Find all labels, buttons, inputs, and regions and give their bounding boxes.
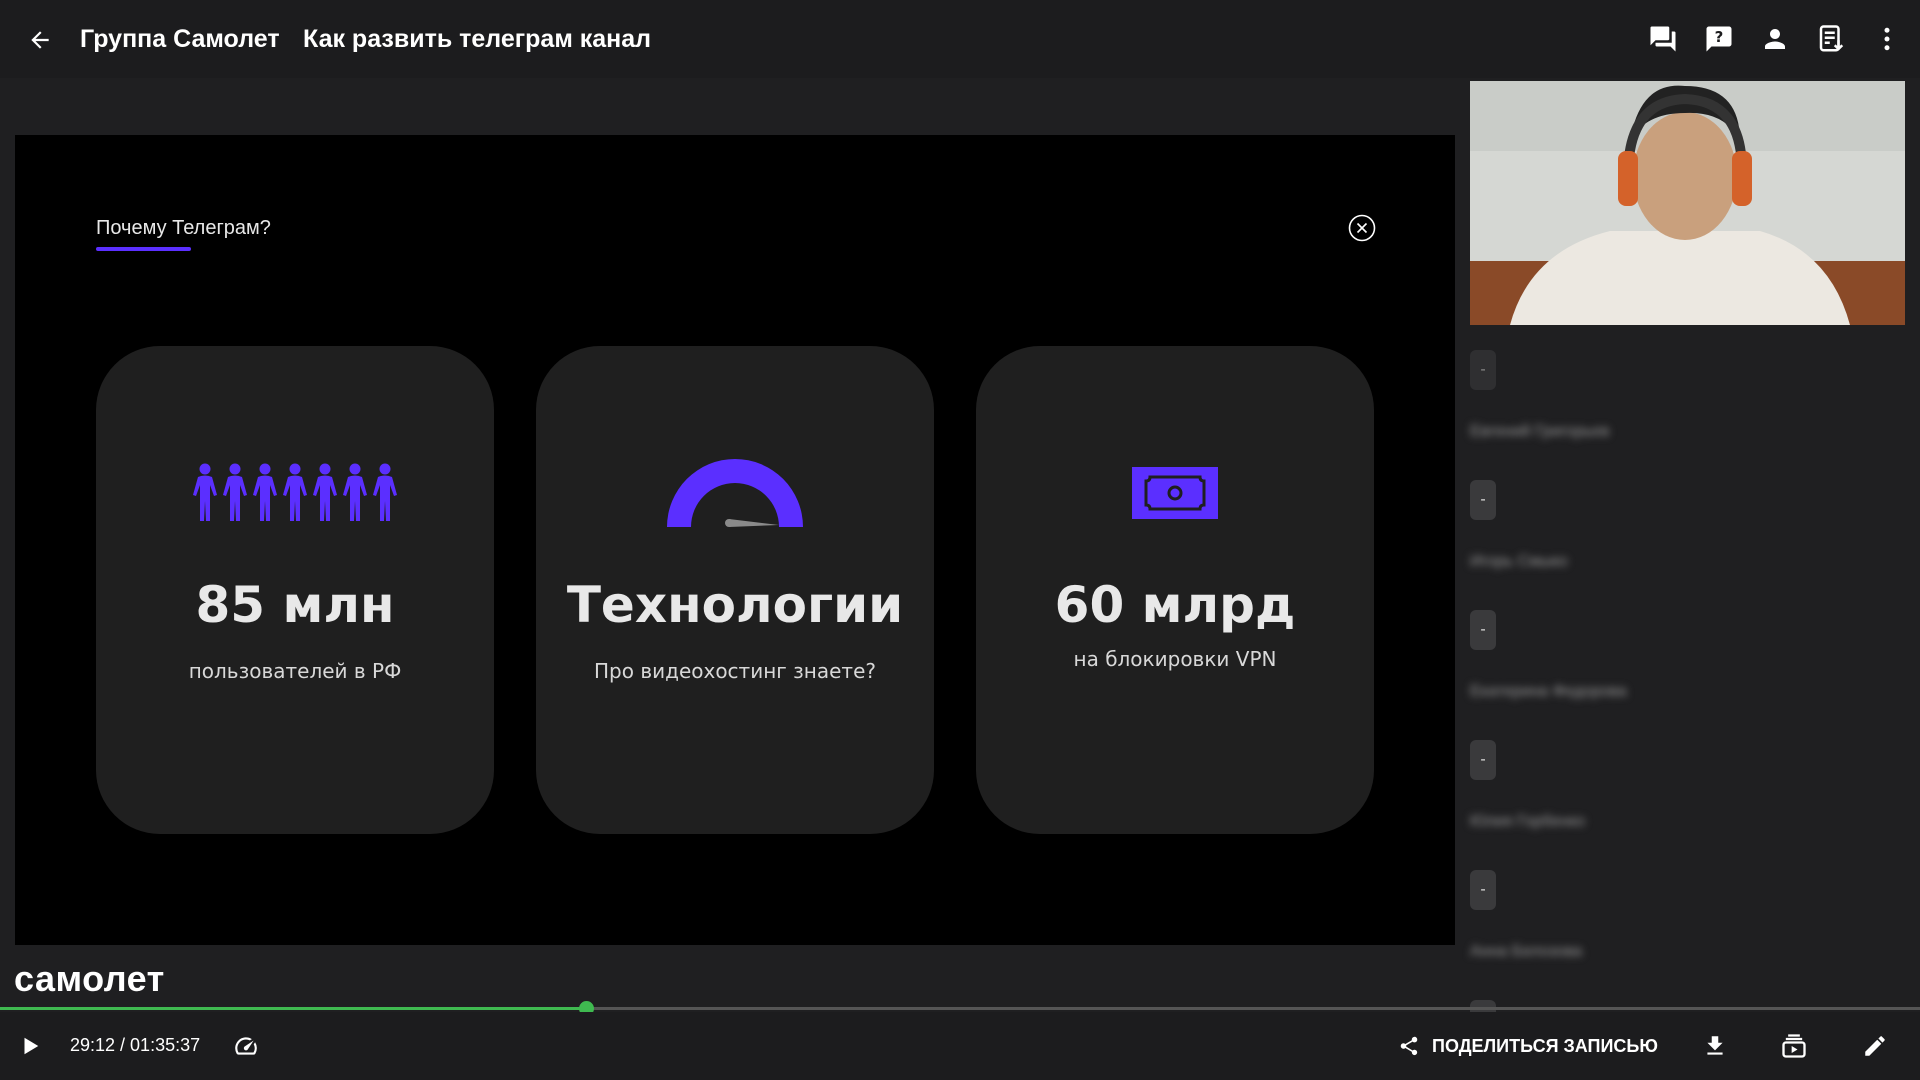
participant-name: Юлия Горбенко [1470,813,1586,830]
participant-item: Евгений Григорьев - [1470,422,1905,520]
slide-tab-title: Почему Телеграм? [96,217,271,239]
download-icon [1707,1036,1723,1055]
stat-card-technology: Технологии Про видеохостинг знаете? [536,346,934,834]
arrow-left-icon [31,31,49,49]
presentation-slide: Почему Телеграм? 85 млн пользователей в … [15,135,1455,945]
participant-name: Евгений Григорьев [1470,423,1610,440]
stat-caption: пользователей в РФ [188,659,402,683]
stat-caption: Про видеохостинг знаете? [594,659,876,683]
download-button[interactable] [1697,1028,1733,1064]
video-library-icon [1782,1034,1806,1058]
edit-button[interactable] [1857,1028,1893,1064]
more-options-button[interactable] [1868,20,1906,58]
stat-value: 60 млрд [1054,576,1296,634]
more-vert-icon [1884,27,1890,51]
participants-button[interactable] [1756,20,1794,58]
meeting-title: Как развить телеграм канал [303,25,652,53]
participant-badge: - [1470,350,1496,390]
stat-value: Технологии [566,576,904,634]
people-icon [96,458,494,528]
participant-item: Юлия Горбенко - [1470,812,1905,910]
progress-bar[interactable] [0,1001,1920,1016]
speedometer-icon [536,458,934,528]
participant-item: Екатерина Федорова - [1470,682,1905,780]
speedometer-icon [235,1037,257,1055]
playback-speed-button[interactable] [228,1028,264,1064]
money-bill-icon [976,458,1374,528]
share-label: ПОДЕЛИТЬСЯ ЗАПИСЬЮ [1432,1035,1658,1056]
playlist-button[interactable] [1776,1028,1812,1064]
stat-value: 85 млн [195,576,395,634]
progress-fill [0,1007,586,1010]
participant-badge: - [1470,740,1496,780]
time-display: 29:12 / 01:35:37 [70,1035,201,1055]
top-toolbar: ? [1644,20,1906,58]
stat-card-users: 85 млн пользователей в РФ [96,346,494,834]
participant-name: Анна Белозова [1470,943,1583,960]
participant-badge: - [1470,610,1496,650]
participant-name: Екатерина Федорова [1470,683,1627,700]
back-button[interactable] [22,22,58,58]
participant-badge: - [1470,480,1496,520]
participant-name: Игорь Смыко [1470,553,1568,570]
question-icon: ? [1706,26,1732,52]
chat-button[interactable] [1644,20,1682,58]
share-recording-button[interactable]: ПОДЕЛИТЬСЯ ЗАПИСЬЮ [1398,1028,1658,1064]
player-controls: 29:12 / 01:35:37 ПОДЕЛИТЬСЯ ЗАПИСЬЮ [0,1012,1920,1080]
chat-icon [1650,26,1676,52]
participant-badge: - [1470,870,1496,910]
transcript-button[interactable] [1812,20,1850,58]
close-circle-icon [1348,214,1376,242]
transcript-download-icon [1819,25,1844,52]
group-name: Группа Самолет [80,25,280,53]
help-button[interactable]: ? [1700,20,1738,58]
svg-text:?: ? [1715,28,1724,46]
stat-card-vpn: 60 млрд на блокировки VPN [976,346,1374,834]
participants-list: - Евгений Григорьев - Игорь Смыко - Екат… [1470,350,1905,1072]
person-icon [1765,29,1785,49]
slide-tab-underline [96,247,191,251]
participant-video[interactable] [1470,81,1905,325]
play-button[interactable] [12,1028,48,1064]
brand-logo: самолет [14,958,165,999]
participant-item: Игорь Смыко - [1470,552,1905,650]
pencil-icon [1865,1036,1885,1056]
top-bar: Группа Самолет Как развить телеграм кана… [0,0,1920,78]
share-icon [1400,1036,1418,1056]
play-icon [24,1037,39,1055]
stat-caption: на блокировки VPN [1073,647,1277,671]
video-frame [1470,81,1905,325]
